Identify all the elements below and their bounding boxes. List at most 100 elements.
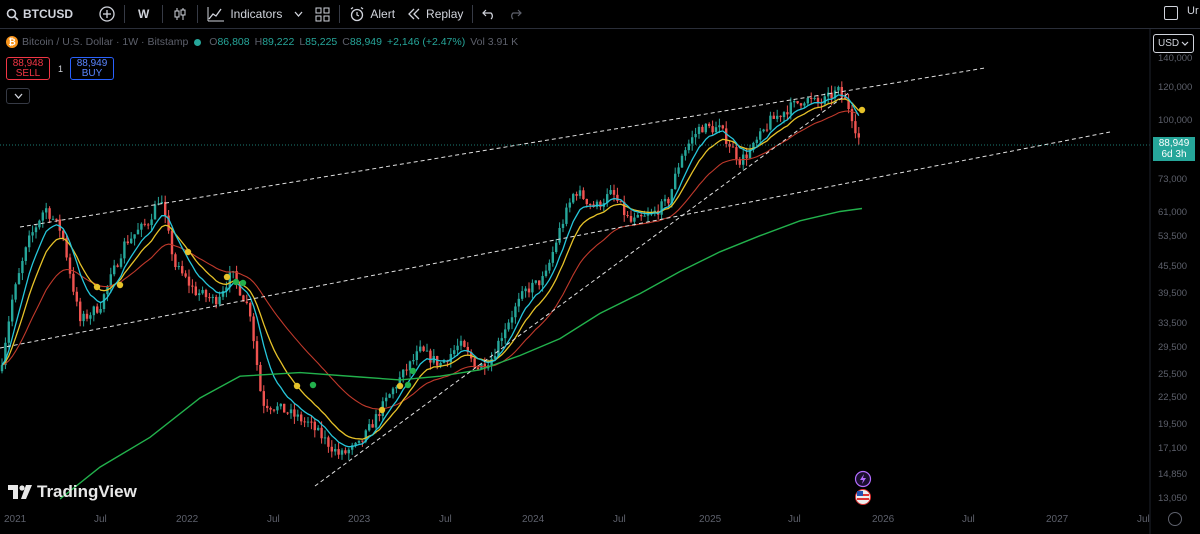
candle-body bbox=[578, 190, 582, 196]
candle-body bbox=[340, 450, 344, 455]
currency-select[interactable]: USD bbox=[1153, 34, 1194, 53]
candle-body bbox=[75, 291, 78, 302]
candle-body bbox=[215, 296, 218, 305]
close-value: 88,949 bbox=[349, 36, 382, 48]
candle-body bbox=[708, 123, 711, 127]
collapse-legend-button[interactable] bbox=[6, 88, 30, 104]
fullscreen-icon[interactable] bbox=[1164, 6, 1178, 20]
time-tick-label: Jul bbox=[788, 514, 801, 525]
cross-marker bbox=[116, 281, 124, 289]
candle-body bbox=[272, 409, 276, 411]
tradingview-logo[interactable]: TradingView bbox=[8, 482, 137, 502]
undo-icon bbox=[482, 8, 496, 20]
price-chart[interactable] bbox=[0, 29, 1200, 534]
time-tick-label: 2024 bbox=[522, 514, 545, 525]
candle-body bbox=[439, 362, 442, 366]
candle-body bbox=[113, 265, 116, 275]
price-tick-label: 14,850 bbox=[1158, 469, 1188, 481]
time-tick-label: Jul bbox=[439, 514, 452, 525]
candle-body bbox=[687, 143, 690, 151]
ma-long-line bbox=[59, 207, 863, 500]
redo-icon bbox=[508, 8, 523, 20]
rewind-icon bbox=[407, 8, 421, 20]
grid-icon bbox=[315, 7, 330, 22]
price-tick-label: 45,500 bbox=[1158, 261, 1188, 273]
candle-body bbox=[806, 97, 809, 104]
price-tick-label: 33,500 bbox=[1158, 318, 1188, 330]
candle-body bbox=[194, 286, 197, 296]
redo-button[interactable] bbox=[502, 0, 528, 28]
candle-body bbox=[558, 227, 561, 243]
candle-body bbox=[497, 340, 500, 356]
alert-button[interactable]: Alert bbox=[343, 0, 401, 28]
candle-body bbox=[51, 218, 55, 220]
candle-body bbox=[419, 346, 422, 352]
price-tick-label: 53,500 bbox=[1158, 231, 1188, 243]
divider bbox=[339, 5, 341, 23]
candle-body bbox=[765, 129, 769, 131]
candle-body bbox=[735, 147, 738, 160]
candle-body bbox=[269, 408, 272, 410]
candle-body bbox=[514, 306, 517, 318]
buy-button[interactable]: 88,949 BUY bbox=[70, 57, 114, 80]
settings-icon[interactable] bbox=[1168, 512, 1182, 526]
candle-body bbox=[772, 115, 775, 119]
candle-body bbox=[718, 125, 721, 128]
ema-mid-line bbox=[1, 98, 860, 440]
candle-body bbox=[371, 424, 374, 428]
candle-body bbox=[181, 266, 184, 274]
cross-marker bbox=[396, 382, 404, 390]
candle-body bbox=[259, 364, 262, 392]
candle-body bbox=[527, 288, 531, 293]
candle-body bbox=[524, 288, 527, 292]
brand-label: TradingView bbox=[37, 482, 137, 501]
candle-body bbox=[582, 190, 585, 199]
indicators-label: Indicators bbox=[230, 7, 283, 21]
candle-body bbox=[385, 397, 388, 402]
candle-body bbox=[150, 219, 153, 226]
indicators-button[interactable]: Indicators bbox=[201, 0, 309, 28]
candle-body bbox=[731, 146, 735, 148]
top-toolbar: BTCUSD W Indicators Alert Replay bbox=[0, 0, 1200, 29]
candle-body bbox=[252, 316, 255, 342]
candle-body bbox=[99, 308, 102, 313]
chevron-down-icon bbox=[1181, 41, 1189, 46]
candle-body bbox=[561, 223, 565, 228]
top-right-label: Ur bbox=[1187, 5, 1199, 17]
alert-label: Alert bbox=[370, 7, 396, 21]
candle-body bbox=[555, 242, 558, 252]
candle-body bbox=[388, 394, 391, 398]
chart-type-button[interactable] bbox=[166, 0, 194, 28]
symbol-description[interactable]: Bitcoin / U.S. Dollar · 1W · Bitstamp bbox=[22, 36, 188, 48]
candle-body bbox=[24, 247, 27, 261]
time-tick-label: Jul bbox=[962, 514, 975, 525]
currency-label: USD bbox=[1158, 38, 1180, 49]
candle-body bbox=[170, 230, 174, 255]
candle-body bbox=[306, 421, 310, 423]
time-tick-label: 2023 bbox=[348, 514, 371, 525]
undo-button[interactable] bbox=[476, 0, 502, 28]
symbol-search[interactable]: BTCUSD bbox=[0, 0, 79, 28]
candle-body bbox=[810, 97, 813, 99]
chevron-down-icon[interactable] bbox=[294, 11, 303, 17]
candle-body bbox=[276, 406, 279, 411]
candle-body bbox=[116, 265, 119, 267]
replay-button[interactable]: Replay bbox=[401, 0, 469, 28]
candle-body bbox=[463, 340, 466, 347]
sell-button[interactable]: 88,948 SELL bbox=[6, 57, 50, 80]
interval-button[interactable]: W bbox=[128, 0, 159, 28]
price-tick-label: 61,000 bbox=[1158, 207, 1188, 219]
tv-logo-icon bbox=[8, 485, 32, 499]
volume-value: Vol 3.91 K bbox=[470, 36, 519, 48]
event-markers[interactable] bbox=[852, 470, 874, 510]
divider bbox=[124, 5, 125, 23]
candle-body bbox=[827, 92, 830, 97]
candle-body bbox=[337, 449, 340, 455]
divider bbox=[472, 5, 474, 23]
templates-button[interactable] bbox=[309, 0, 336, 28]
compare-button[interactable] bbox=[93, 0, 121, 28]
candle-body bbox=[402, 369, 405, 378]
candle-body bbox=[776, 115, 779, 119]
candle-body bbox=[143, 223, 146, 225]
price-tick-label: 17,100 bbox=[1158, 442, 1188, 454]
